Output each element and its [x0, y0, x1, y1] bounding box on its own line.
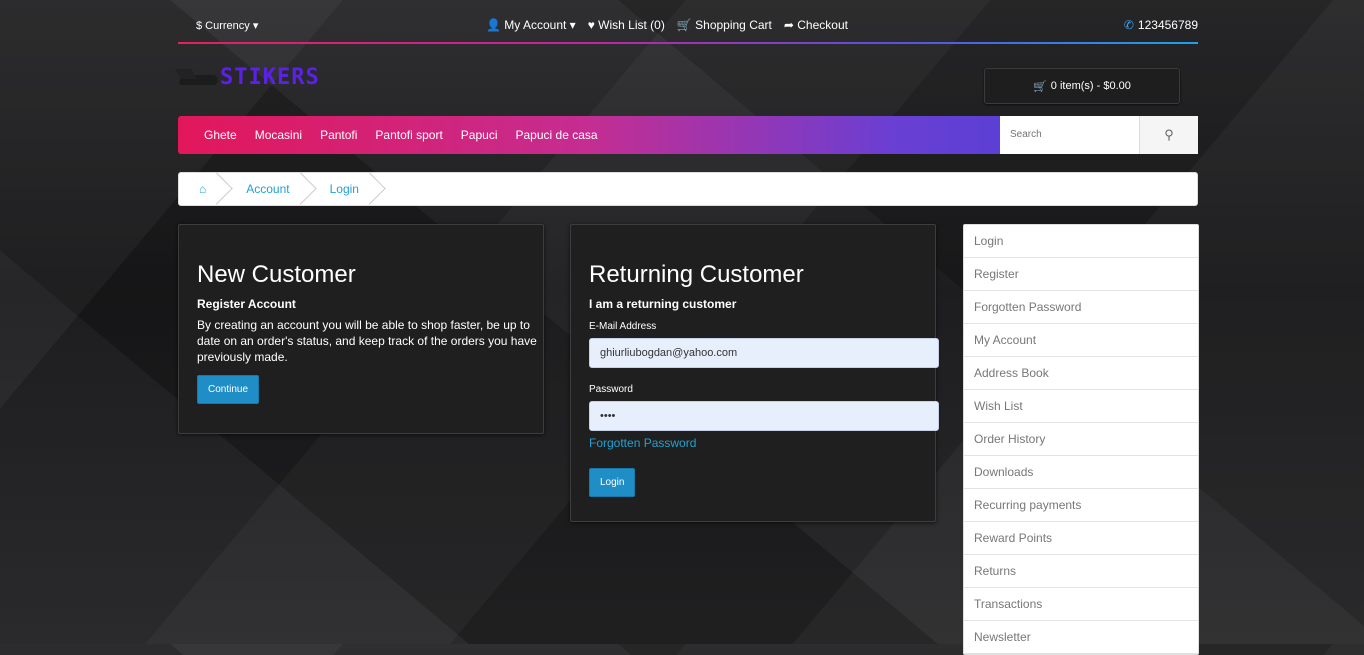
top-links: 👤 My Account ▾ ♥ Wish List (0) 🛒 Shoppin… [486, 18, 848, 32]
cart-icon: 🛒 [676, 18, 692, 32]
returning-customer-panel: Returning Customer I am a returning cust… [570, 224, 939, 522]
new-customer-panel: New Customer Register Account By creatin… [178, 224, 544, 434]
account-menu-my-account[interactable]: My Account [964, 324, 1198, 357]
site-logo[interactable]: STIKERS [178, 65, 320, 90]
search-box: ⚲ [1000, 116, 1198, 154]
cart-icon: 🛒 [1033, 80, 1047, 93]
register-account-heading: Register Account [197, 297, 296, 311]
phone-link[interactable]: ✆ 123456789 [1124, 18, 1198, 32]
account-menu-returns[interactable]: Returns [964, 555, 1198, 588]
login-button[interactable]: Login [589, 468, 636, 497]
phone-icon: ✆ [1123, 18, 1134, 32]
forgotten-password-link[interactable]: Forgotten Password [589, 436, 696, 450]
my-account-link[interactable]: 👤 My Account ▾ [486, 18, 576, 32]
password-label: Password [589, 384, 633, 395]
nav-items: Ghete Mocasini Pantofi Pantofi sport Pap… [204, 128, 598, 142]
main-nav: Ghete Mocasini Pantofi Pantofi sport Pap… [178, 116, 1198, 154]
search-icon: ⚲ [1164, 127, 1174, 142]
nav-item-mocasini[interactable]: Mocasini [255, 128, 302, 142]
account-menu-forgotten-password[interactable]: Forgotten Password [964, 291, 1198, 324]
account-menu-transactions[interactable]: Transactions [964, 588, 1198, 621]
nav-item-papuci-de-casa[interactable]: Papuci de casa [516, 128, 598, 142]
currency-dropdown[interactable]: $ Currency ▾ [196, 19, 258, 32]
search-input[interactable] [1000, 116, 1150, 152]
wish-list-link[interactable]: ♥ Wish List (0) [588, 18, 665, 32]
account-menu-register[interactable]: Register [964, 258, 1198, 291]
top-bar: $ Currency ▾ 👤 My Account ▾ ♥ Wish List … [178, 8, 1198, 40]
heart-icon: ♥ [587, 18, 595, 32]
breadcrumb-login[interactable]: Login [314, 173, 383, 205]
email-field[interactable]: ghiurliubogdan@yahoo.com [589, 338, 939, 368]
shopping-cart-link[interactable]: 🛒 Shopping Cart [677, 18, 772, 32]
continue-button[interactable]: Continue [197, 375, 260, 404]
account-menu-login[interactable]: Login [964, 225, 1198, 258]
register-description: By creating an account you will be able … [197, 318, 537, 364]
share-icon: ➦ [783, 18, 794, 32]
account-menu-recurring-payments[interactable]: Recurring payments [964, 489, 1198, 522]
nav-item-papuci[interactable]: Papuci [461, 128, 498, 142]
breadcrumb: ⌂ Account Login [178, 172, 1198, 206]
checkout-link[interactable]: ➦ Checkout [784, 18, 848, 32]
topbar-divider [178, 42, 1198, 44]
home-icon: ⌂ [199, 182, 207, 196]
nav-item-pantofi[interactable]: Pantofi [320, 128, 357, 142]
account-menu-newsletter[interactable]: Newsletter [964, 621, 1198, 654]
returning-customer-title: Returning Customer [589, 261, 804, 288]
nav-item-ghete[interactable]: Ghete [204, 128, 237, 142]
account-menu-order-history[interactable]: Order History [964, 423, 1198, 456]
account-menu-address-book[interactable]: Address Book [964, 357, 1198, 390]
account-menu: Login Register Forgotten Password My Acc… [963, 224, 1199, 655]
returning-customer-heading: I am a returning customer [589, 297, 737, 311]
account-menu-reward-points[interactable]: Reward Points [964, 522, 1198, 555]
breadcrumb-home[interactable]: ⌂ [179, 173, 230, 205]
account-menu-wish-list[interactable]: Wish List [964, 390, 1198, 423]
nav-item-pantofi-sport[interactable]: Pantofi sport [375, 128, 442, 142]
breadcrumb-account[interactable]: Account [230, 173, 313, 205]
account-menu-downloads[interactable]: Downloads [964, 456, 1198, 489]
cart-button[interactable]: 🛒 0 item(s) - $0.00 [984, 68, 1180, 104]
email-label: E-Mail Address [589, 321, 657, 332]
search-button[interactable]: ⚲ [1139, 116, 1198, 154]
user-icon: 👤 [486, 18, 501, 32]
password-field[interactable]: •••• [589, 401, 939, 431]
shoe-icon [178, 67, 220, 89]
new-customer-title: New Customer [197, 261, 356, 288]
